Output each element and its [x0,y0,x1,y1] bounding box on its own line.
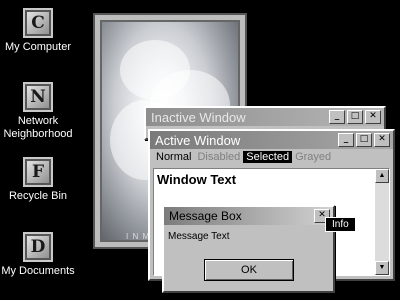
minimize-button[interactable]: _ [338,133,354,147]
scroll-up-button[interactable]: ▲ [375,169,389,183]
close-button[interactable]: ✕ [374,133,390,147]
window-title: Inactive Window [151,109,246,125]
desktop-icon-label: Network Neighborhood [3,115,73,140]
desktop-icon-my-documents[interactable]: D My Documents [0,232,83,278]
inactive-window-titlebar[interactable]: Inactive Window _ □ ✕ [146,108,384,126]
minimize-button[interactable]: _ [329,110,345,124]
scroll-down-button[interactable]: ▼ [375,261,389,275]
message-box[interactable]: Message Box ✕ Message Text OK [162,205,335,293]
desktop-icon-my-computer[interactable]: C My Computer [0,8,83,54]
menu-item-grayed: Grayed [295,150,332,163]
network-icon: N [23,82,53,112]
info-tooltip: Info [325,217,356,232]
recycle-bin-icon: F [23,157,53,187]
computer-icon: C [23,8,53,38]
maximize-button[interactable]: □ [347,110,363,124]
window-text: Window Text [157,172,237,187]
message-box-titlebar[interactable]: Message Box ✕ [164,207,333,225]
desktop-icon-network-neighborhood[interactable]: N Network Neighborhood [0,82,83,141]
ok-button[interactable]: OK [204,259,294,281]
desktop-icon-label: My Computer [4,41,72,53]
desktop-icon-recycle-bin[interactable]: F Recycle Bin [0,157,83,203]
menu-item-normal[interactable]: Normal [153,151,194,163]
active-window-titlebar[interactable]: Active Window _ □ ✕ [150,131,393,149]
window-title: Active Window [155,132,241,148]
message-text: Message Text [168,231,230,242]
menu-item-disabled: Disabled [197,150,241,163]
close-button[interactable]: ✕ [365,110,381,124]
documents-icon: D [23,232,53,262]
desktop-icon-label: Recycle Bin [8,190,68,202]
wallpaper-caption: I N M [126,232,151,241]
vertical-scrollbar[interactable]: ▲ ▼ [375,169,389,275]
desktop-icon-label: My Documents [1,265,75,277]
message-box-title: Message Box [169,209,242,223]
menu-bar: Normal Disabled Selected Grayed [150,149,393,164]
menu-item-selected[interactable]: Selected [243,150,293,163]
maximize-button[interactable]: □ [356,133,372,147]
